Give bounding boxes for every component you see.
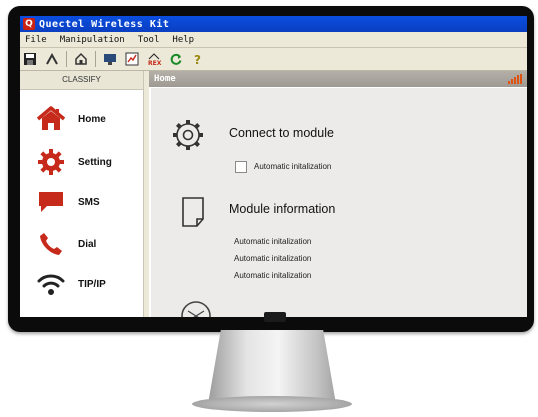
svg-text:REX: REX: [148, 60, 162, 66]
sidebar-item-sms[interactable]: SMS: [20, 182, 143, 222]
menu-manipulation[interactable]: Manipulation: [60, 35, 125, 45]
sidebar-item-dial[interactable]: Dial: [20, 224, 143, 264]
gear-icon: [170, 117, 206, 153]
page-title: Home: [154, 74, 176, 84]
sidebar-item-label: SMS: [78, 196, 100, 208]
sidebar-header: CLASSIFY: [20, 71, 143, 90]
sidebar-item-label: Home: [78, 113, 106, 125]
monitor-logo: [264, 312, 286, 322]
refresh-icon[interactable]: [168, 51, 184, 67]
app-window: Q Quectel Wireless Kit File Manipulation…: [20, 16, 527, 317]
toolbar-divider: [66, 51, 67, 67]
home-icon: [36, 104, 66, 134]
auto-init-label: Automatic initalization: [254, 162, 332, 171]
svg-text:?: ?: [194, 53, 201, 66]
phone-icon: [36, 229, 66, 259]
rex-icon[interactable]: REX: [146, 51, 162, 67]
monitor-bezel: Q Quectel Wireless Kit File Manipulation…: [8, 6, 534, 332]
auto-init-checkbox[interactable]: [235, 161, 247, 173]
home-content: Connect to module Automatic initalizatio…: [151, 88, 527, 317]
sidebar: CLASSIFY Home Setting SMS Dial TIP/IP: [20, 71, 144, 317]
monitor-stand-base: [192, 396, 352, 412]
signal-icon: [508, 74, 522, 84]
app-logo-icon: Q: [23, 18, 35, 30]
module-info-line: Automatic initalization: [234, 237, 312, 246]
chart-icon[interactable]: [124, 51, 140, 67]
tools-icon[interactable]: [44, 51, 60, 67]
sidebar-item-home[interactable]: Home: [20, 99, 143, 139]
home-icon[interactable]: [73, 51, 89, 67]
sidebar-item-label: Dial: [78, 238, 97, 250]
menu-help[interactable]: Help: [172, 35, 194, 45]
monitor-icon[interactable]: [102, 51, 118, 67]
wifi-icon: [36, 269, 66, 299]
save-icon[interactable]: [22, 51, 38, 67]
connect-title: Connect to module: [229, 126, 334, 140]
sidebar-item-label: Setting: [78, 156, 112, 168]
main-panel: Home Connect to module Automatic initali…: [149, 71, 527, 317]
sidebar-item-label: TIP/IP: [78, 278, 106, 290]
menu-bar: File Manipulation Tool Help: [20, 32, 527, 48]
module-info-title: Module information: [229, 202, 336, 216]
message-icon: [36, 187, 66, 217]
main-header: Home: [149, 71, 527, 87]
partial-icon: [179, 299, 213, 317]
title-bar: Q Quectel Wireless Kit: [20, 16, 527, 32]
gear-icon: [36, 147, 66, 177]
toolbar-divider: [95, 51, 96, 67]
sidebar-item-tip-ip[interactable]: TIP/IP: [20, 264, 143, 304]
help-icon[interactable]: ?: [190, 51, 206, 67]
monitor-stand-neck: [208, 330, 336, 404]
module-info-line: Automatic initalization: [234, 271, 312, 280]
window-title: Quectel Wireless Kit: [39, 18, 170, 30]
module-info-line: Automatic initalization: [234, 254, 312, 263]
toolbar: REX ?: [20, 48, 527, 71]
menu-file[interactable]: File: [25, 35, 47, 45]
document-icon: [178, 195, 208, 229]
menu-tool[interactable]: Tool: [138, 35, 160, 45]
sidebar-item-setting[interactable]: Setting: [20, 142, 143, 182]
body-area: CLASSIFY Home Setting SMS Dial TIP/IP Ho…: [20, 71, 527, 317]
